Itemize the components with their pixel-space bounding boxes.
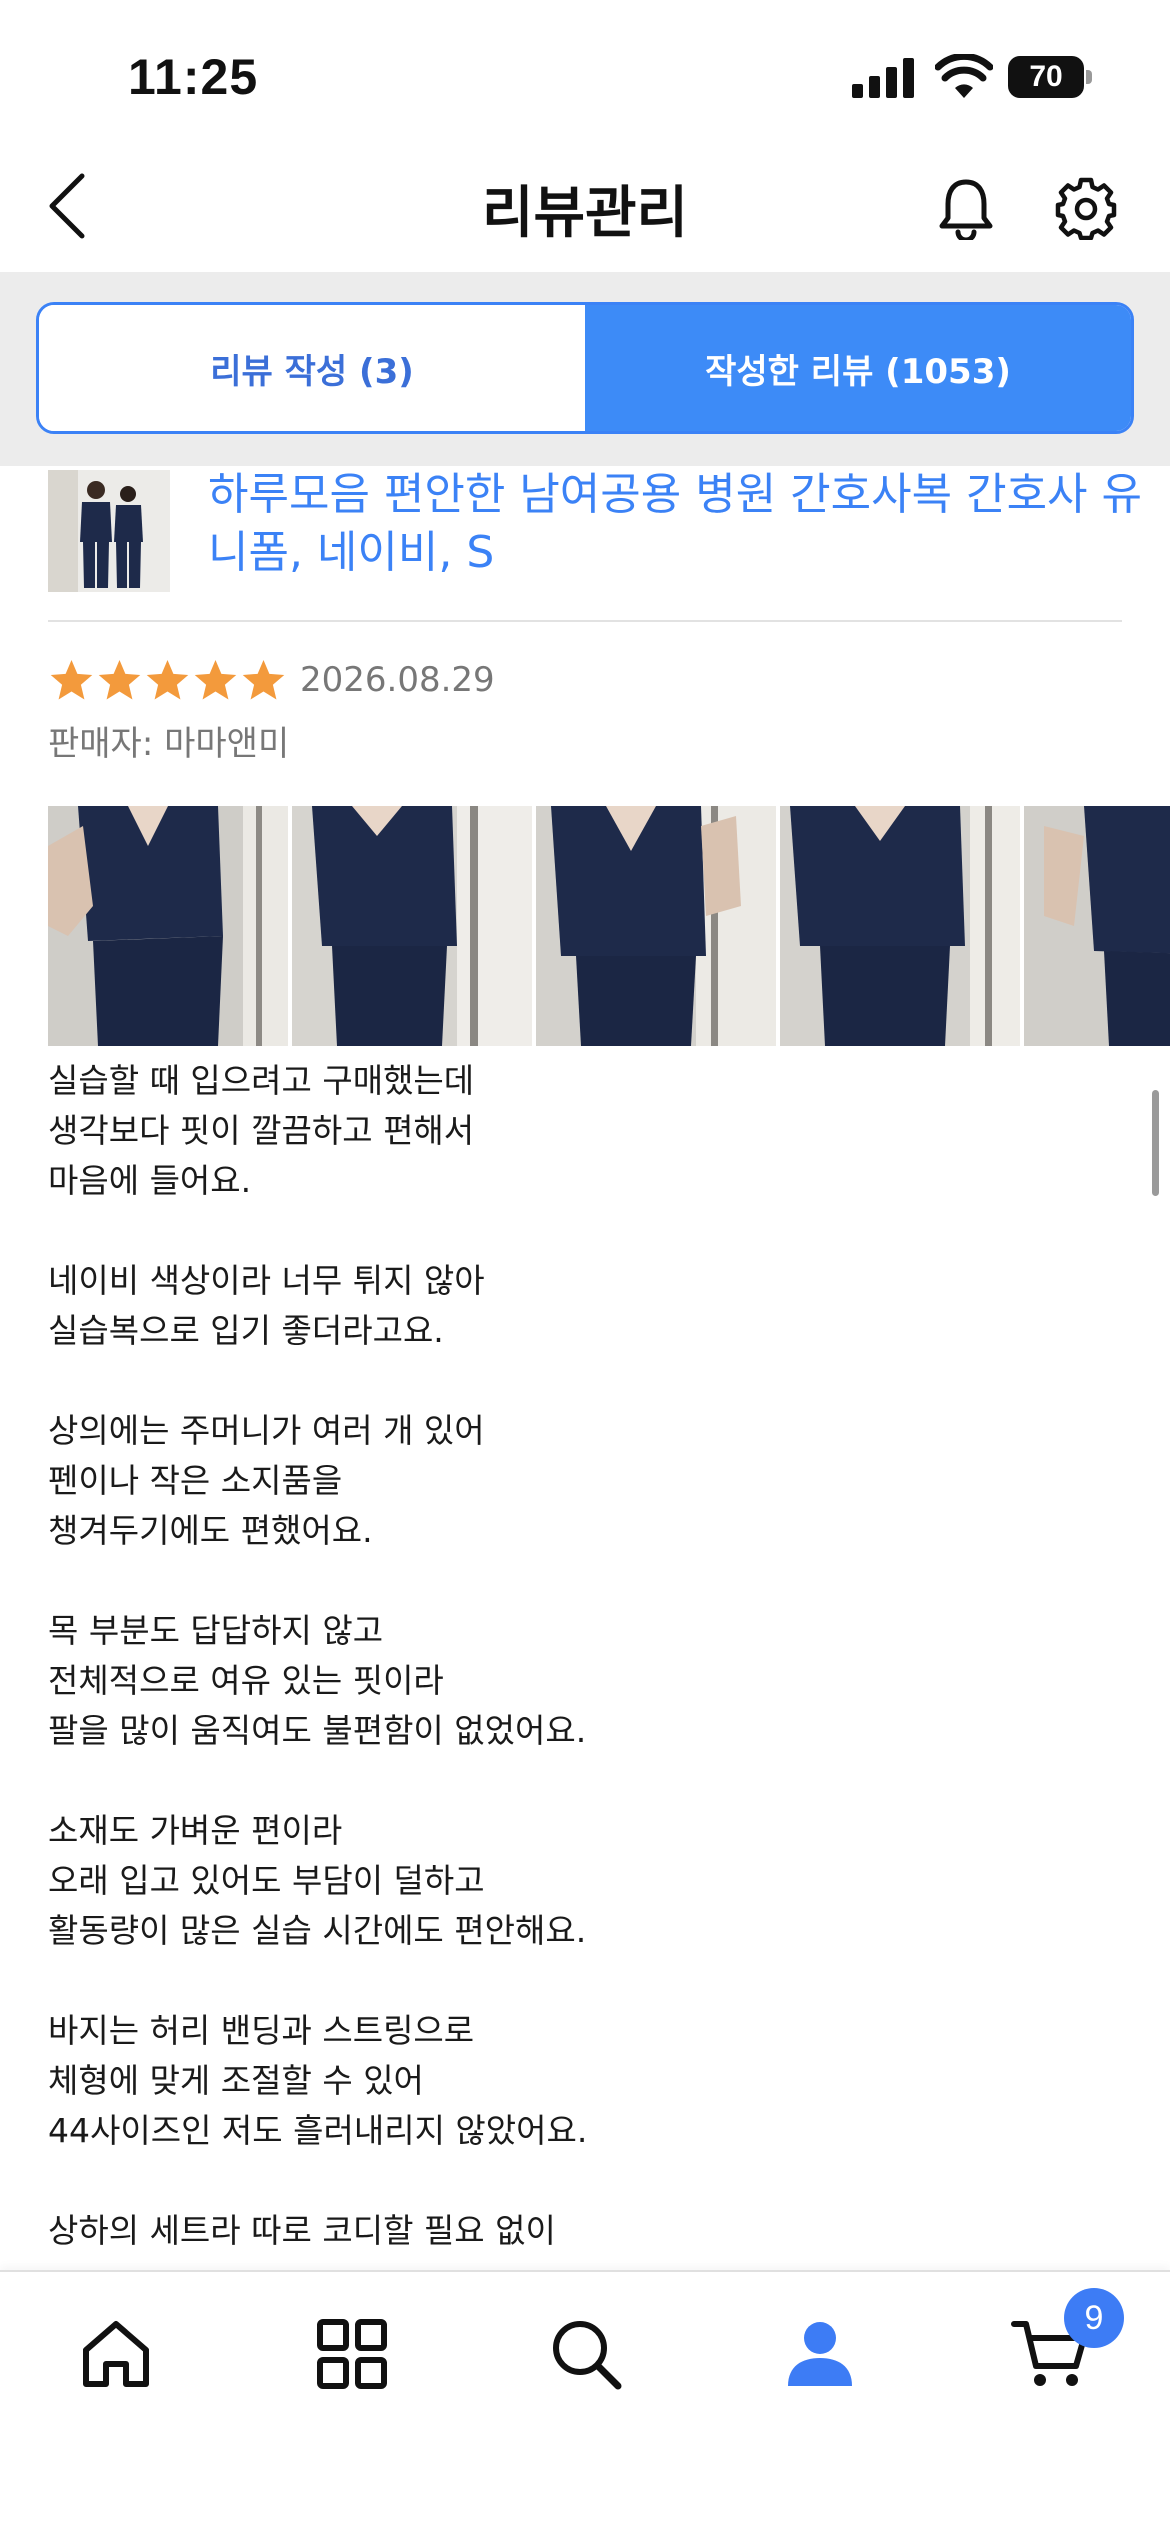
review-tabs: 리뷰 작성 (3) 작성한 리뷰 (1053) [36,302,1134,434]
cart-badge: 9 [1064,2288,1124,2348]
bottom-nav [0,2270,1170,2532]
review-product[interactable]: 하루모음 편안한 남여공용 병원 간호사복 간호사 유니폼, 네이비, S [48,469,1142,622]
star-icon [146,659,189,699]
star-icon [98,659,141,699]
battery-icon: 70 [1008,56,1092,98]
tab-write-review[interactable]: 리뷰 작성 (3) [39,305,585,431]
gear-icon[interactable] [1054,176,1118,240]
status-bar: 11:25 70 [0,0,1170,140]
star-icon [194,659,237,699]
star-icon [242,659,285,699]
divider [48,620,1122,622]
scrollbar[interactable] [1152,1090,1159,1196]
review-date: 2026.08.29 [300,660,495,700]
wifi-icon [935,54,993,98]
battery-level: 70 [1008,56,1084,98]
tab-written-reviews[interactable]: 작성한 리뷰 (1053) [585,305,1131,431]
review-rating: 2026.08.29 [48,650,495,710]
product-title[interactable]: 하루모음 편안한 남여공용 병원 간호사복 간호사 유니폼, 네이비, S [208,466,1168,582]
search-icon[interactable] [546,2314,626,2394]
review-photo[interactable] [780,806,1020,1046]
grid-icon[interactable] [312,2314,392,2394]
review-text: 실습할 때 입으려고 구매했는데 생각보다 핏이 깔끔하고 편해서 마음에 들어… [48,1061,588,2250]
product-thumbnail[interactable] [48,470,170,592]
signal-icon [852,58,914,98]
home-icon[interactable] [76,2314,156,2394]
status-time: 11:25 [128,49,259,105]
review-photo[interactable] [536,806,776,1046]
review-photo[interactable] [1024,806,1170,1046]
star-icon [50,659,93,699]
profile-icon[interactable] [780,2314,860,2394]
review-photo[interactable] [292,806,532,1046]
seller-name: 판매자: 마마앤미 [48,724,290,764]
review-photo[interactable] [48,806,288,1046]
review-photos [48,806,1170,1046]
bell-icon[interactable] [936,176,996,240]
